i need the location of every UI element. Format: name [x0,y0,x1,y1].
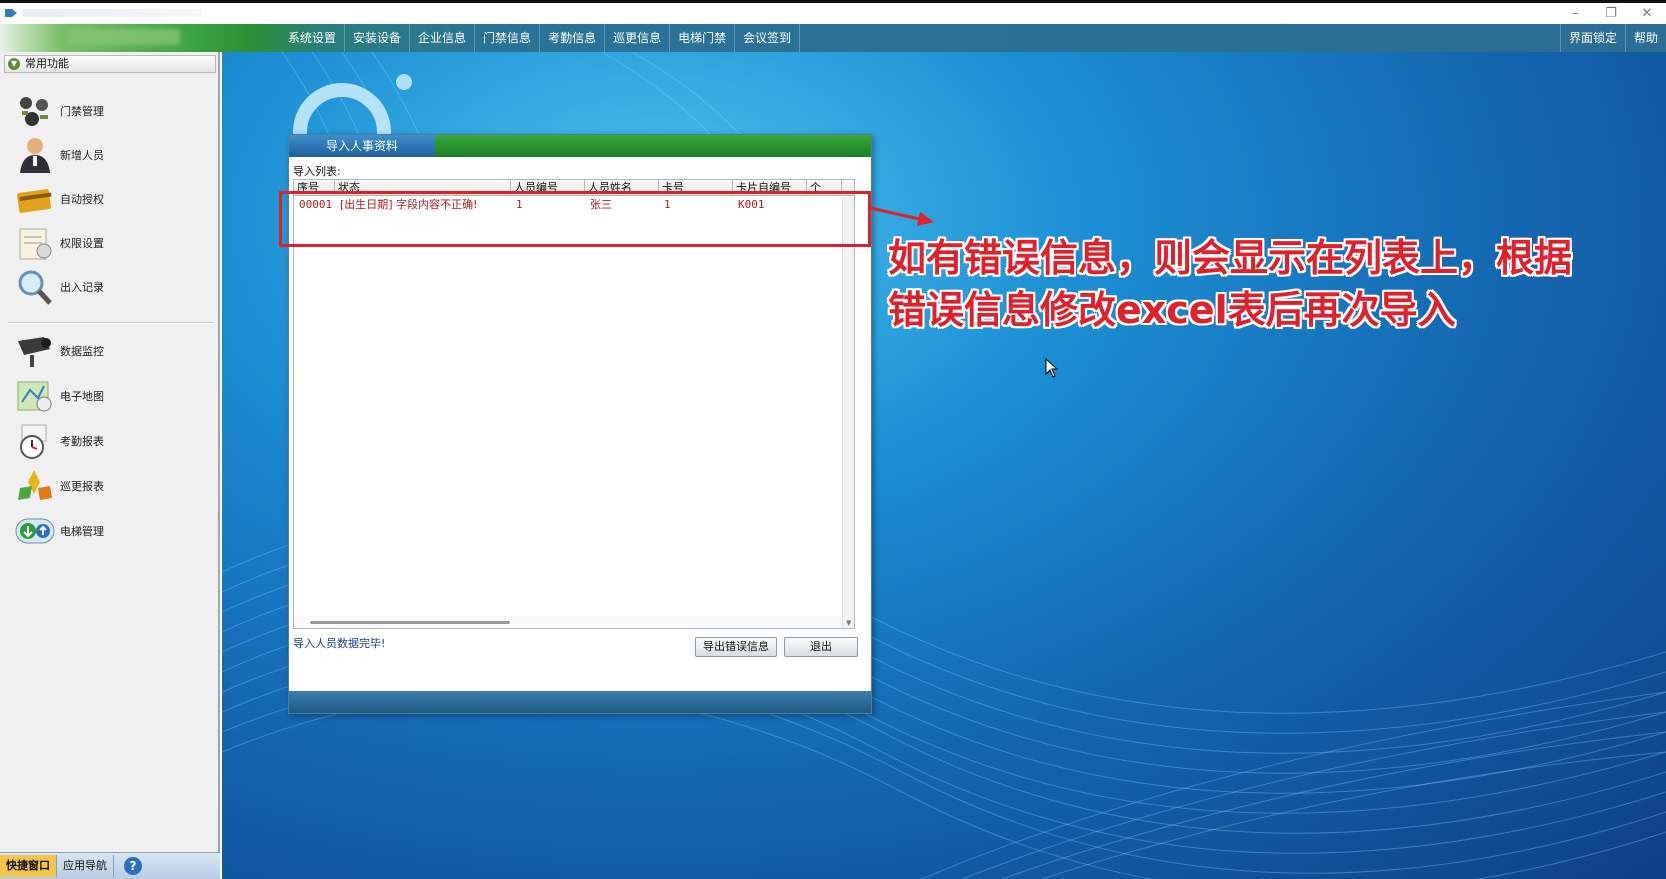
sidebar: ▼ 常用功能 门禁管理 新增人员 自动授权 权限设置 出入记录 数据监控 电子地… [0,52,220,879]
camera-icon [18,337,51,367]
sidebar-item-permission[interactable]: 权限设置 [14,222,204,264]
map-icon [17,381,52,412]
menu-patrol-info[interactable]: 巡更信息 [605,24,671,52]
menu-attendance-info[interactable]: 考勤信息 [540,24,606,52]
sidebar-item-label: 考勤报表 [60,435,104,448]
sidebar-item-new-person[interactable]: 新增人员 [14,134,204,176]
export-errors-button[interactable]: 导出错误信息 [695,637,777,657]
menu-company-info[interactable]: 企业信息 [410,24,476,52]
error-row-highlight-box [279,191,871,247]
sidebar-item-label: 出入记录 [60,281,104,294]
sidebar-item-label: 门禁管理 [60,105,104,118]
sidebar-item-label: 权限设置 [60,237,104,250]
menu-help[interactable]: 帮助 [1624,24,1666,52]
window-title-blurred [22,9,202,17]
mouse-cursor-icon [1045,358,1059,378]
menu-right-items: 界面锁定 帮助 [1559,24,1666,52]
scrollbar-thumb[interactable] [310,621,510,624]
menu-lock-ui[interactable]: 界面锁定 [1559,24,1625,52]
menu-install-device[interactable]: 安装设备 [345,24,411,52]
sidebar-item-label: 新增人员 [60,149,104,162]
sidebar-item-attendance-report[interactable]: 考勤报表 [14,420,204,462]
sidebar-item-access-control[interactable]: 门禁管理 [14,90,204,132]
annotation-text: 如有错误信息，则会显示在列表上，根据 错误信息修改excel表后再次导入 [888,232,1628,336]
annotation-line-1: 如有错误信息，则会显示在列表上，根据 [888,236,1573,280]
app-icon [5,9,17,17]
import-list-label: 导入列表: [293,165,341,178]
menu-system-settings[interactable]: 系统设置 [280,24,346,52]
restore-button[interactable]: ❐ [1596,5,1626,23]
sidebar-item-label: 电梯管理 [60,525,104,538]
import-status-text: 导入人员数据完毕! [293,637,386,650]
help-icon[interactable]: ? [124,857,142,875]
card-icon [17,189,52,213]
sidebar-item-patrol-report[interactable]: 巡更报表 [14,465,204,507]
chevron-down-icon: ▼ [8,58,20,70]
annotation-line-2: 错误信息修改excel表后再次导入 [888,288,1456,332]
sidebar-divider [8,322,214,324]
magnifier-icon [18,270,52,305]
dialog-title-bar: 导入人事资料 [289,135,871,157]
sidebar-item-label: 自动授权 [60,193,104,206]
sidebar-item-label: 电子地图 [60,390,104,403]
annotation-arrow-icon [869,206,934,226]
exit-button[interactable]: 退出 [784,637,858,657]
access-control-icon [20,97,48,126]
menu-meeting-signin[interactable]: 会议签到 [735,24,801,52]
tab-app-navigation[interactable]: 应用导航 [57,855,114,877]
sidebar-item-e-map[interactable]: 电子地图 [14,375,204,417]
person-icon [20,138,50,173]
menu-elevator-access[interactable]: 电梯门禁 [670,24,736,52]
dialog-bottom-bar [289,691,871,713]
sidebar-header[interactable]: ▼ 常用功能 [4,55,216,73]
patrol-icon [18,470,52,500]
close-button[interactable]: ✕ [1632,5,1662,23]
menu-items: 系统设置 安装设备 企业信息 门禁信息 考勤信息 巡更信息 电梯门禁 会议签到 [280,24,801,52]
elevator-icon [15,518,55,544]
sidebar-item-label: 数据监控 [60,345,104,358]
tab-quick-window[interactable]: 快捷窗口 [0,855,57,877]
app-logo-blurred [70,29,180,45]
clock-icon [20,424,47,459]
sidebar-item-access-records[interactable]: 出入记录 [14,266,204,308]
sidebar-item-auto-authorize[interactable]: 自动授权 [14,178,204,220]
sidebar-header-label: 常用功能 [25,57,69,70]
vertical-scrollbar[interactable]: ▼ [842,197,854,628]
horizontal-scrollbar[interactable] [294,616,842,628]
sidebar-item-elevator[interactable]: 电梯管理 [14,510,204,552]
main-menu-bar: 系统设置 安装设备 企业信息 门禁信息 考勤信息 巡更信息 电梯门禁 会议签到 … [0,24,1666,52]
window-title-bar: – ❐ ✕ [0,0,1666,24]
minimize-button[interactable]: – [1560,5,1590,23]
permission-icon [19,228,52,260]
menu-access-info[interactable]: 门禁信息 [475,24,541,52]
sidebar-item-label: 巡更报表 [60,480,104,493]
scroll-down-arrow-icon[interactable]: ▼ [846,619,851,627]
sidebar-bottom-tabs: 快捷窗口 应用导航 ? [0,852,220,879]
dialog-title-tab: 导入人事资料 [289,135,435,157]
sidebar-item-data-monitor[interactable]: 数据监控 [14,330,204,372]
